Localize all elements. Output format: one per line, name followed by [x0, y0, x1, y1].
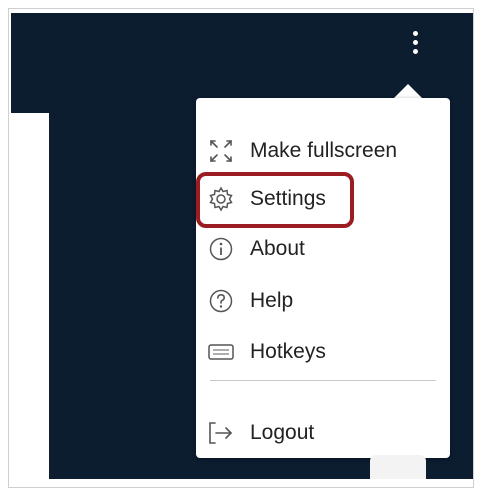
fullscreen-icon [206, 136, 236, 166]
menu-item-settings[interactable]: Settings [206, 180, 442, 218]
bottom-tab [370, 455, 426, 479]
logout-icon [206, 418, 236, 448]
more-options-button[interactable] [403, 22, 427, 62]
menu-item-about[interactable]: About [206, 230, 442, 268]
menu-item-logout[interactable]: Logout [206, 414, 442, 452]
menu-item-hotkeys[interactable]: Hotkeys [206, 333, 442, 371]
kebab-dot-icon [412, 39, 418, 45]
keyboard-icon [206, 337, 236, 367]
kebab-dot-icon [412, 48, 418, 54]
menu-item-label: About [250, 237, 305, 260]
menu-divider [210, 380, 436, 381]
options-menu: Make fullscreen Settings About Help Hotk… [196, 98, 450, 458]
gear-icon [206, 184, 236, 214]
menu-item-label: Make fullscreen [250, 139, 398, 162]
menu-item-label: Settings [250, 187, 326, 210]
menu-item-label: Hotkeys [250, 340, 326, 363]
menu-caret [393, 84, 423, 99]
menu-item-make-fullscreen[interactable]: Make fullscreen [206, 132, 442, 170]
info-icon [206, 234, 236, 264]
help-icon [206, 286, 236, 316]
menu-item-label: Logout [250, 421, 315, 444]
menu-item-help[interactable]: Help [206, 282, 442, 320]
menu-item-label: Help [250, 289, 294, 312]
left-panel [11, 113, 49, 479]
kebab-dot-icon [412, 30, 418, 36]
